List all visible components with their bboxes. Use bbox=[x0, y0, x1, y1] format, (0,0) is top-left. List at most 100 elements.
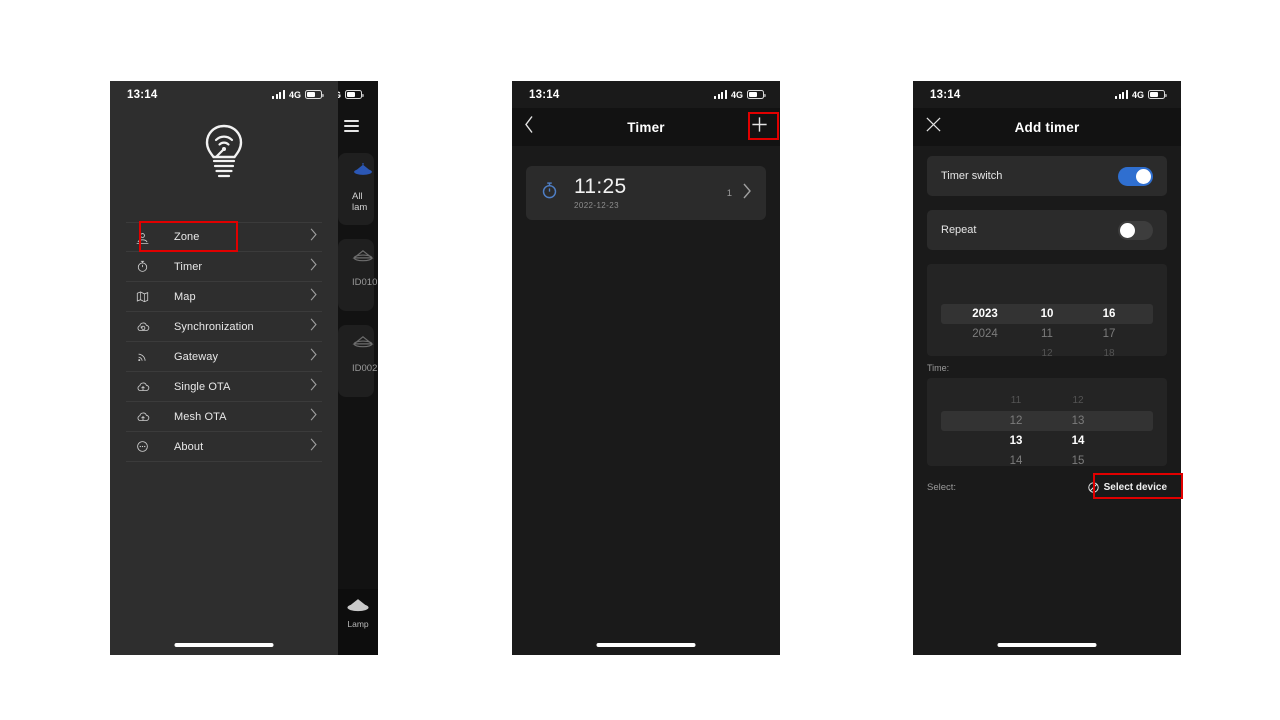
select-device-button[interactable]: Select device bbox=[1087, 481, 1167, 493]
dashboard-card-label: ID002 bbox=[352, 363, 378, 374]
picker-value: 2024 bbox=[972, 328, 998, 340]
close-x-icon bbox=[926, 117, 941, 132]
status-indicators: 4G bbox=[1115, 89, 1167, 100]
status-indicators: 4G bbox=[272, 89, 324, 100]
menu-item-label: Timer bbox=[174, 260, 203, 273]
status-time: 13:14 bbox=[127, 88, 158, 101]
chevron-right-icon bbox=[309, 377, 318, 396]
menu-item-zone[interactable]: Zone bbox=[126, 222, 322, 252]
menu-item-gateway[interactable]: Gateway bbox=[126, 342, 322, 372]
menu-item-map[interactable]: Map bbox=[126, 282, 322, 312]
home-indicator bbox=[997, 642, 1097, 647]
picker-value: 12 bbox=[1009, 415, 1023, 427]
menu-item-label: Zone bbox=[174, 231, 200, 243]
chevron-right-icon bbox=[309, 317, 318, 336]
timer-switch-label: Timer switch bbox=[941, 170, 1003, 182]
timer-info: 11:25 2022-12-23 bbox=[574, 175, 727, 210]
menu-item-synchronization[interactable]: Synchronization bbox=[126, 312, 322, 342]
signal-bars-icon bbox=[714, 90, 727, 99]
lamp-tab-icon bbox=[347, 599, 369, 612]
cloud-upload-icon bbox=[136, 410, 158, 424]
status-time: 13:14 bbox=[529, 88, 560, 101]
toggle-switch-off[interactable] bbox=[1118, 220, 1153, 240]
repeat-row[interactable]: Repeat bbox=[927, 210, 1167, 250]
menu-item-single-ota[interactable]: Single OTA bbox=[126, 372, 322, 402]
picker-value-selected: 16 bbox=[1102, 308, 1116, 320]
timer-navbar: Timer bbox=[512, 108, 780, 146]
add-timer-button[interactable] bbox=[750, 115, 769, 139]
phone-screen-menu-drawer: 13:14 4G All lam bbox=[110, 81, 378, 655]
date-picker[interactable]: 2023 2024 10 11 12 16 17 18 bbox=[927, 264, 1167, 356]
lightbulb-wifi-logo bbox=[205, 124, 243, 178]
dots-circle-icon bbox=[136, 440, 158, 453]
status-time: 13:14 bbox=[930, 88, 961, 101]
back-button[interactable] bbox=[524, 116, 534, 139]
menu-item-label: Mesh OTA bbox=[174, 410, 227, 423]
menu-item-label: Map bbox=[174, 290, 196, 303]
home-indicator bbox=[174, 642, 274, 647]
menu-item-label: About bbox=[174, 440, 204, 453]
timer-list-item[interactable]: 11:25 2022-12-23 1 bbox=[526, 166, 766, 220]
picker-value: 18 bbox=[1103, 348, 1115, 356]
dashboard-card-label: ID010 bbox=[352, 277, 378, 288]
dashboard-card[interactable]: ID002 bbox=[338, 325, 378, 397]
screenshot-stage: 13:14 4G All lam bbox=[0, 0, 1280, 720]
chevron-right-icon bbox=[309, 347, 318, 366]
dashboard-card[interactable]: All lam bbox=[338, 153, 374, 225]
circle-slash-icon bbox=[1087, 481, 1099, 493]
chevron-right-icon bbox=[309, 437, 318, 456]
picker-value bbox=[954, 344, 1016, 356]
time-picker[interactable]: 11 12 13 14 15 12 13 14 15 16 bbox=[927, 378, 1167, 466]
page-title: Timer bbox=[627, 119, 665, 135]
chevron-right-icon bbox=[742, 183, 752, 204]
time-picker-hour-column[interactable]: 11 12 13 14 15 bbox=[985, 378, 1047, 466]
chevron-right-icon bbox=[309, 407, 318, 426]
dashboard-card-label: All lam bbox=[352, 191, 368, 213]
menu-item-mesh-ota[interactable]: Mesh OTA bbox=[126, 402, 322, 432]
chevron-right-icon bbox=[309, 287, 318, 306]
time-section-label: Time: bbox=[927, 363, 950, 373]
status-bar: 13:14 4G bbox=[110, 81, 338, 108]
picker-value: 17 bbox=[1102, 328, 1116, 340]
picker-value-selected: 13 bbox=[1009, 435, 1023, 447]
repeat-label: Repeat bbox=[941, 224, 977, 236]
date-picker-month-column[interactable]: 10 11 12 bbox=[1016, 264, 1078, 356]
date-picker-day-column[interactable]: 16 17 18 bbox=[1078, 264, 1140, 356]
lamp-icon-active bbox=[354, 163, 372, 175]
time-picker-minute-column[interactable]: 12 13 14 15 16 bbox=[1047, 378, 1109, 466]
status-bar: 13:14 4G bbox=[913, 81, 1181, 108]
navigation-drawer: 13:14 4G Zone Timer Map Synchronization … bbox=[110, 81, 338, 655]
battery-icon bbox=[305, 90, 324, 99]
picker-value-selected: 14 bbox=[1071, 435, 1085, 447]
timer-switch-row[interactable]: Timer switch bbox=[927, 156, 1167, 196]
dashboard-tab-label: Lamp bbox=[347, 619, 369, 629]
timer-time: 11:25 bbox=[574, 175, 627, 199]
date-picker-year-column[interactable]: 2023 2024 bbox=[954, 264, 1016, 356]
picker-value: 12 bbox=[1041, 348, 1053, 356]
chevron-right-icon bbox=[309, 257, 318, 276]
picker-value: 13 bbox=[1071, 415, 1085, 427]
menu-item-about[interactable]: About bbox=[126, 432, 322, 462]
picker-value: 15 bbox=[1071, 455, 1085, 466]
lamp-icon bbox=[352, 336, 374, 348]
app-logo bbox=[110, 122, 338, 184]
timer-device-count: 1 bbox=[726, 187, 732, 199]
menu-item-label: Single OTA bbox=[174, 380, 231, 393]
cloud-upload-icon bbox=[136, 380, 158, 394]
network-label: 4G bbox=[288, 89, 301, 100]
close-button[interactable] bbox=[925, 116, 942, 138]
menu-item-timer[interactable]: Timer bbox=[126, 252, 322, 282]
toggle-switch-on[interactable] bbox=[1118, 166, 1153, 186]
cloud-sync-icon bbox=[136, 320, 158, 334]
home-indicator bbox=[596, 642, 696, 647]
select-label: Select: bbox=[927, 481, 957, 493]
lamp-icon bbox=[352, 250, 374, 262]
battery-icon bbox=[747, 90, 766, 99]
network-label: 4G bbox=[1131, 89, 1144, 100]
phone-screen-add-timer: 13:14 4G Add timer Timer switch Repeat 2… bbox=[913, 81, 1181, 655]
chevron-right-icon bbox=[309, 228, 318, 246]
stopwatch-icon bbox=[540, 181, 562, 205]
battery-icon bbox=[1148, 90, 1167, 99]
hamburger-menu-icon[interactable] bbox=[344, 117, 359, 135]
dashboard-card[interactable]: ID010 bbox=[338, 239, 378, 311]
